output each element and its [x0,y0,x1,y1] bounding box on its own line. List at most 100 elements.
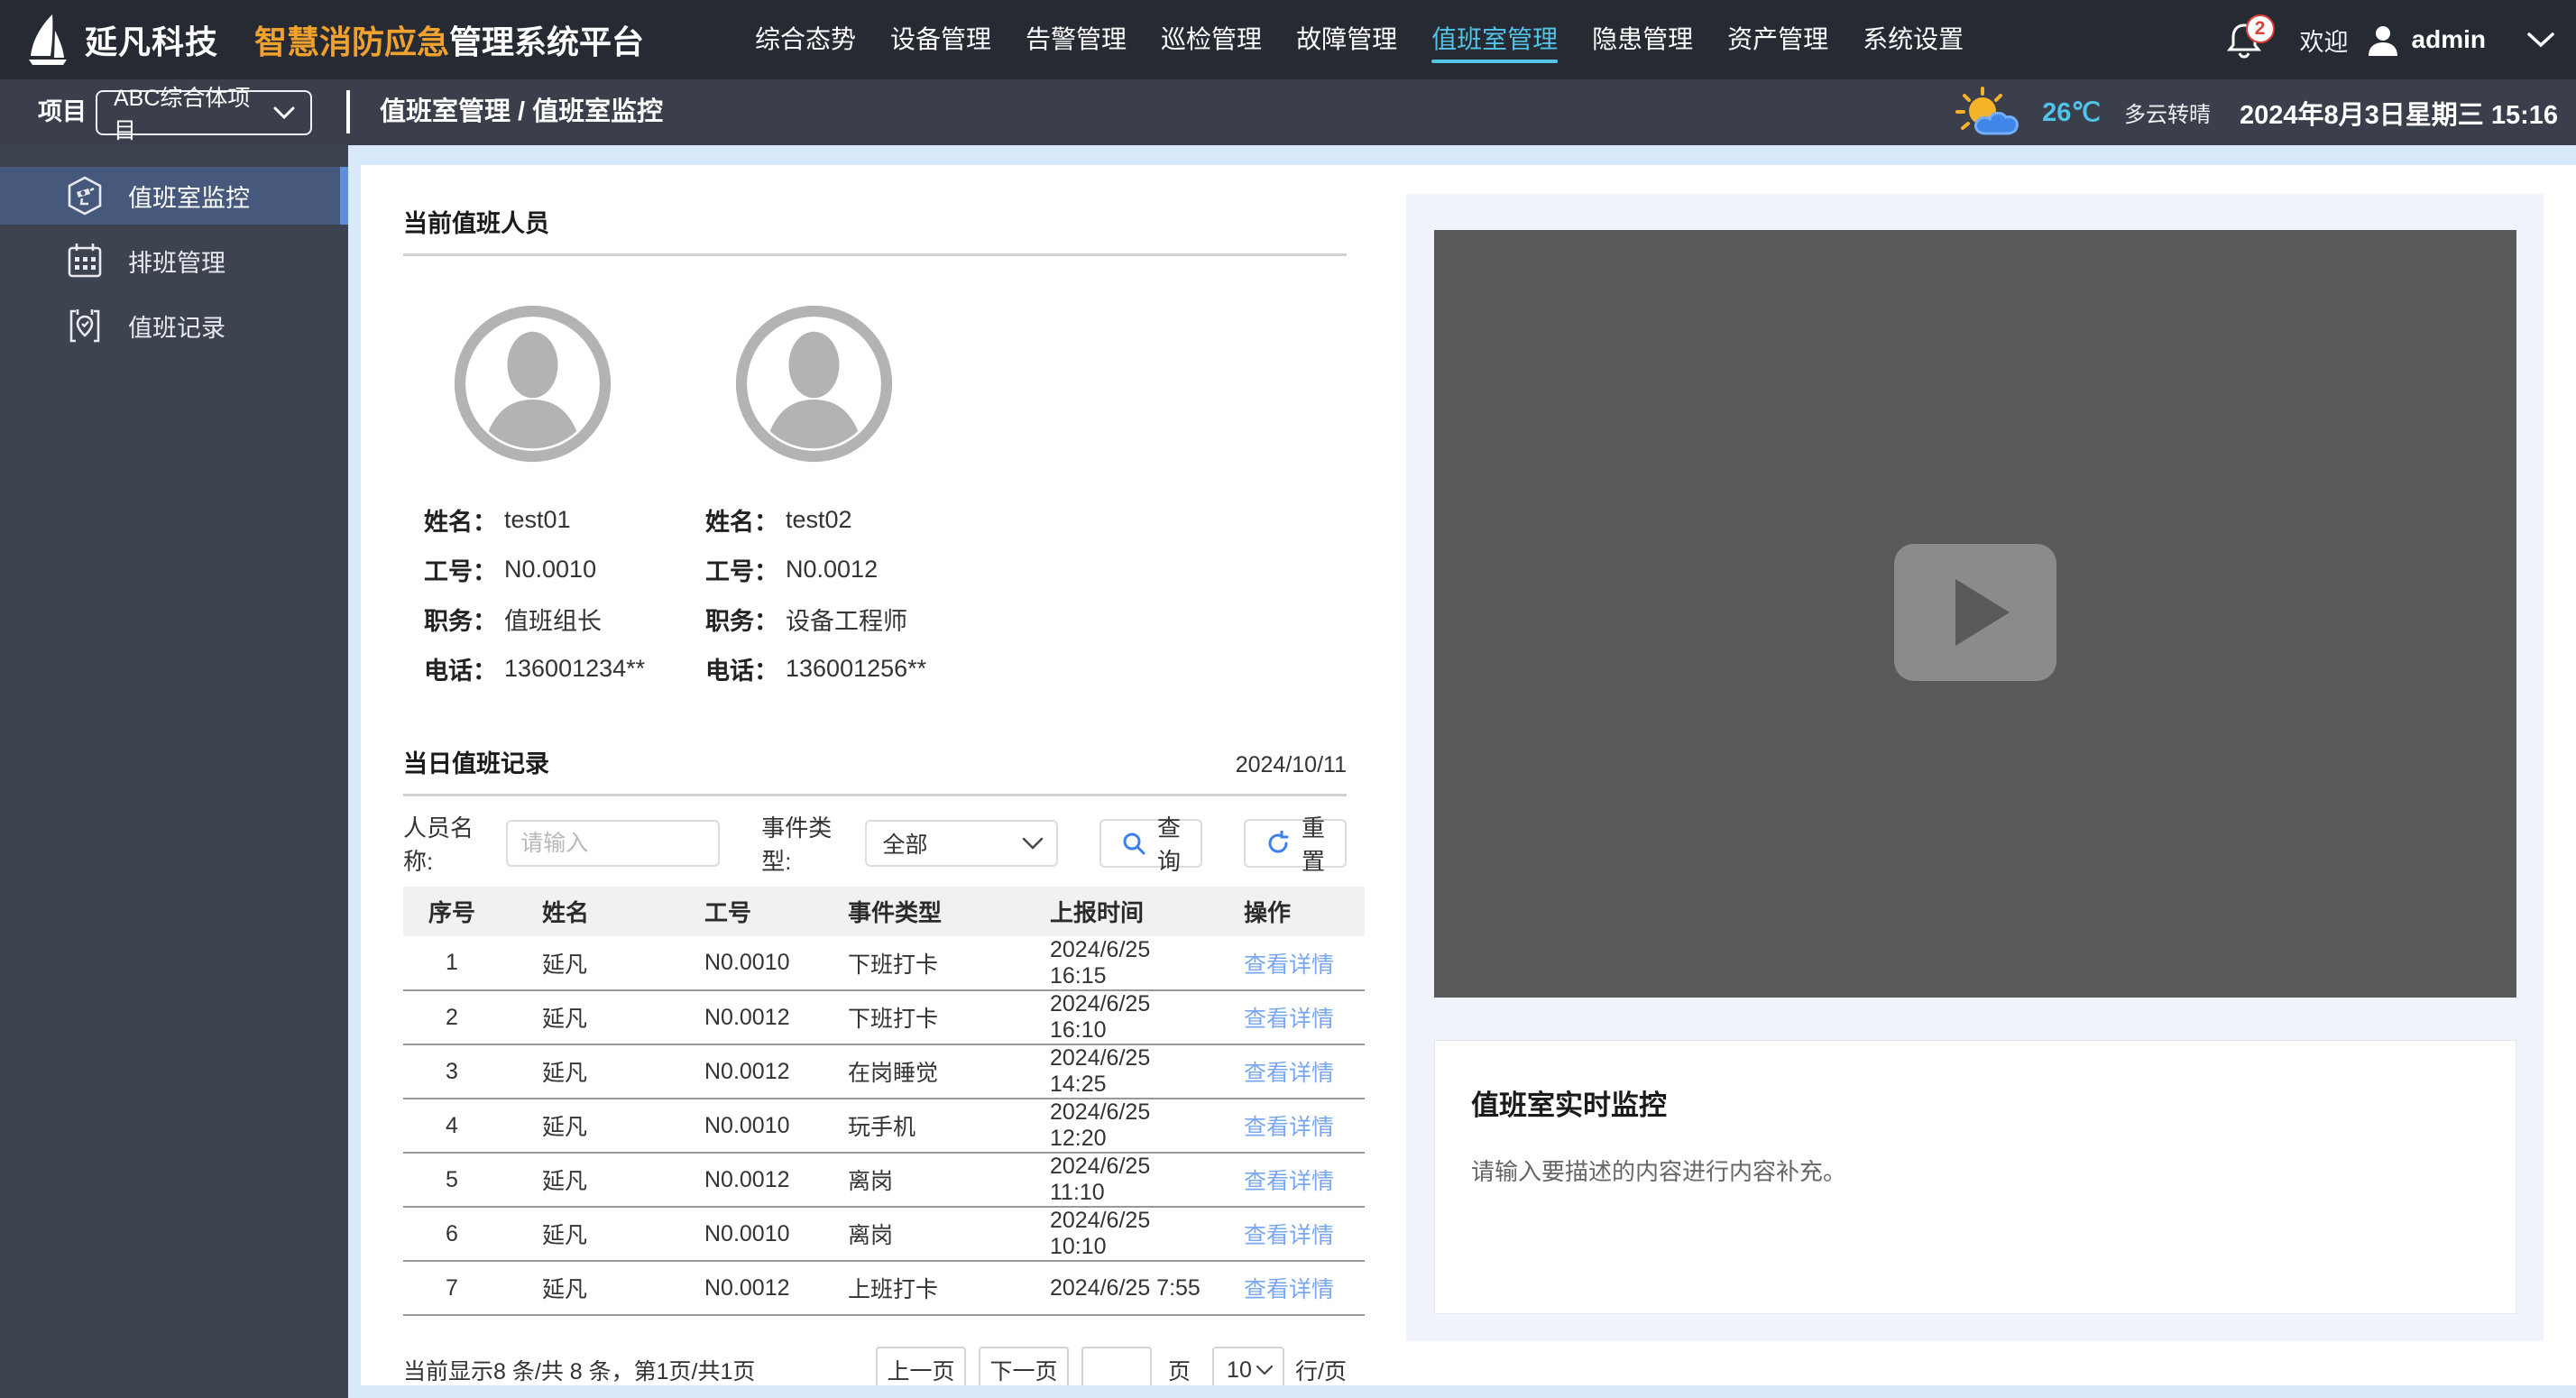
username-label[interactable]: admin [2412,25,2486,54]
oncall-section-title: 当前值班人员 [403,204,549,239]
person-field-title: 职务：设备工程师 [705,607,987,631]
field-value: test01 [504,506,571,534]
oncall-persons: 姓名：test01 工号：N0.0010 职务：值班组长 电话：13600123… [403,305,1347,681]
user-menu-chevron-down-icon[interactable] [2525,31,2556,49]
cell-index: 4 [403,1099,501,1153]
weather-sun-cloud-icon [1955,87,2028,139]
view-details-link[interactable]: 查看详情 [1244,1277,1334,1302]
nav-item-settings[interactable]: 系统设置 [1863,0,1964,79]
table-header-row: 序号 姓名 工号 事件类型 上报时间 操作 [403,887,1365,936]
top-header-bar: 延凡科技 智慧消防应急管理系统平台 综合态势 设备管理 告警管理 巡检管理 故障… [0,0,2576,79]
name-filter-input[interactable] [506,820,720,867]
project-select[interactable]: ABC综合体项目 [96,90,312,135]
play-button[interactable] [1894,544,2056,681]
view-details-link[interactable]: 查看详情 [1244,1061,1334,1086]
sidebar-item-label: 值班记录 [128,308,225,344]
cell-workid: N0.0012 [663,1153,806,1207]
records-section-title: 当日值班记录 [403,744,549,779]
avatar [454,305,612,463]
cell-name: 延凡 [501,990,663,1044]
sidebar: 值班室监控 排班管理 [0,145,348,1398]
type-filter-label: 事件类型: [761,810,850,877]
cell-report-time: 2024/6/25 11:10 [1008,1153,1202,1207]
nav-item-asset[interactable]: 资产管理 [1727,0,1828,79]
sidebar-item-duty-records[interactable]: 值班记录 [0,297,348,354]
view-details-link[interactable]: 查看详情 [1244,1169,1334,1194]
field-value: 136001256** [786,655,926,683]
col-header-event-type: 事件类型 [806,887,1008,936]
nav-item-fault[interactable]: 故障管理 [1296,0,1397,79]
product-title-highlight: 智慧消防应急 [254,23,449,60]
field-value: test02 [786,506,852,534]
person-field-phone: 电话：136001256** [705,657,987,681]
col-header-report-time: 上报时间 [1008,887,1202,936]
name-filter-label: 人员名称: [403,810,492,877]
calendar-icon [65,241,105,281]
content-bottom-strip [348,1385,2576,1398]
duty-room-card: 当前值班人员 [361,165,1389,1385]
sidebar-item-duty-room-monitor[interactable]: 值班室监控 [0,167,348,225]
notification-badge: 2 [2246,14,2275,43]
search-icon [1121,831,1146,856]
product-title: 智慧消防应急管理系统平台 [254,16,644,63]
field-label: 工号： [705,552,778,587]
reset-button[interactable]: 重置 [1244,819,1347,868]
field-label: 姓名： [424,502,497,538]
records-section-divider [403,794,1347,796]
cell-name: 延凡 [501,1044,663,1099]
person-field-workid: 工号：N0.0012 [705,557,987,582]
nav-item-inspection[interactable]: 巡检管理 [1161,0,1262,79]
records-table: 序号 姓名 工号 事件类型 上报时间 操作 1 延凡 N0.0010 下班打卡 [403,887,1365,1316]
content-top-strip [348,145,2576,165]
oncall-section-divider [403,253,1347,256]
field-label: 工号： [424,552,497,587]
monitor-info-card: 值班室实时监控 请输入要描述的内容进行内容补充。 [1434,1040,2516,1314]
cell-event-type: 下班打卡 [806,936,1008,990]
product-title-rest: 管理系统平台 [449,23,644,60]
logo: 延凡科技 智慧消防应急管理系统平台 [25,0,644,79]
cell-report-time: 2024/6/25 14:25 [1008,1044,1202,1099]
view-details-link[interactable]: 查看详情 [1244,1223,1334,1248]
field-label: 职务： [424,602,497,637]
table-row: 1 延凡 N0.0010 下班打卡 2024/6/25 16:15 查看详情 [403,936,1365,990]
field-label: 职务： [705,602,778,637]
search-button[interactable]: 查询 [1099,819,1202,868]
cell-event-type: 玩手机 [806,1099,1008,1153]
cell-event-type: 上班打卡 [806,1261,1008,1315]
nav-item-duty-room[interactable]: 值班室管理 [1431,0,1558,79]
sidebar-item-shift-management[interactable]: 排班管理 [0,232,348,290]
event-type-select[interactable]: 全部 [865,820,1058,867]
person-card: 姓名：test02 工号：N0.0012 职务：设备工程师 电话：1360012… [705,305,987,681]
page-unit-label: 页 [1168,1354,1191,1386]
cell-report-time: 2024/6/25 10:10 [1008,1207,1202,1261]
nav-item-device[interactable]: 设备管理 [890,0,991,79]
field-label: 电话： [705,651,778,686]
monitor-description: 请输入要描述的内容进行内容补充。 [1471,1154,2479,1187]
nav-item-alarm[interactable]: 告警管理 [1026,0,1127,79]
view-details-link[interactable]: 查看详情 [1244,1115,1334,1140]
cell-index: 1 [403,936,501,990]
sidebar-scrollbar-thumb[interactable] [340,167,348,225]
cell-workid: N0.0012 [663,1044,806,1099]
cell-report-time: 2024/6/25 12:20 [1008,1099,1202,1153]
cell-workid: N0.0010 [663,1099,806,1153]
sail-logo-icon [25,13,72,67]
cell-index: 3 [403,1044,501,1099]
nav-item-overview[interactable]: 综合态势 [755,0,856,79]
view-details-link[interactable]: 查看详情 [1244,1007,1334,1032]
view-details-link[interactable]: 查看详情 [1244,952,1334,978]
cell-workid: N0.0010 [663,936,806,990]
video-player[interactable] [1434,230,2516,998]
notification-bell-button[interactable]: 2 [2224,20,2264,60]
user-icon [2365,22,2401,58]
top-nav: 综合态势 设备管理 告警管理 巡检管理 故障管理 值班室管理 隐患管理 资产管理… [755,0,1964,79]
cell-workid: N0.0010 [663,1207,806,1261]
cell-event-type: 在岗睡觉 [806,1044,1008,1099]
cell-index: 7 [403,1261,501,1315]
nav-item-hazard[interactable]: 隐患管理 [1592,0,1693,79]
monitor-panel: 值班室实时监控 请输入要描述的内容进行内容补充。 [1406,194,2544,1341]
sidebar-item-label: 排班管理 [128,244,225,279]
brand-name: 延凡科技 [85,16,218,63]
person-field-name: 姓名：test02 [705,508,987,532]
subbar-right: 26℃ 多云转晴 2024年8月3日星期三 15:16 [1955,79,2558,145]
